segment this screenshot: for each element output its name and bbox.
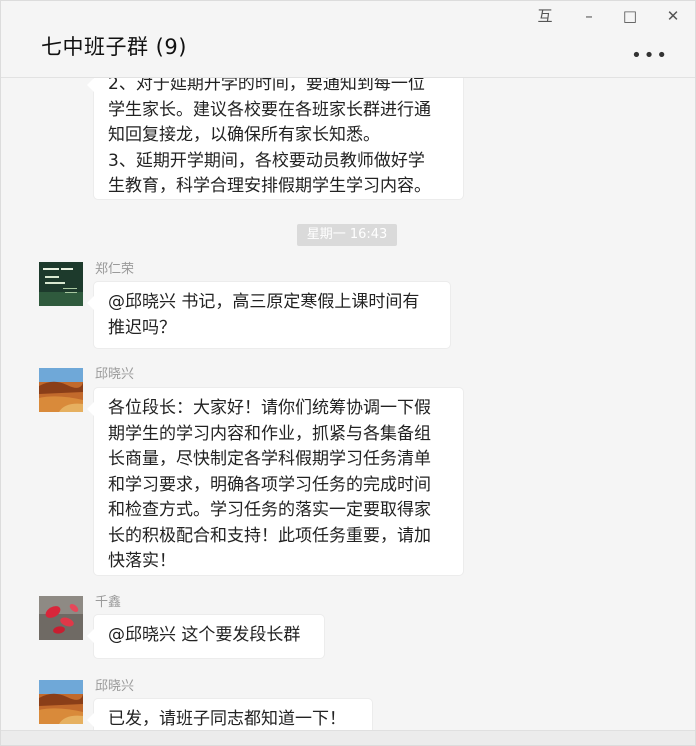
message-line: @邱晓兴 书记，高三原定寒假上课时间有	[108, 292, 420, 312]
message-line: 已发，请班子同志都知道一下！	[108, 709, 346, 729]
avatar[interactable]	[39, 680, 83, 724]
message-bubble[interactable]: @邱晓兴 这个要发段长群	[87, 615, 324, 658]
landscape-avatar-icon	[39, 680, 83, 724]
message-bubble[interactable]: 已发，请班子同志都知道一下！	[87, 699, 372, 730]
chat-window: 七中班子群 (9) 互 – □ ✕ ••• 2、对于延期开学的时间，要通知到每一…	[0, 0, 696, 746]
message-line: 知回复接龙，以确保所有家长知悉。	[108, 125, 380, 145]
message-line: 3、延期开学期间，各校要动员教师做好学	[108, 150, 425, 171]
message-line: 2、对于延期开学的时间，要通知到每一位	[108, 78, 425, 94]
input-area-edge[interactable]	[1, 730, 695, 745]
book-cover-avatar-icon	[39, 262, 83, 306]
message-line: 各位段长：大家好！请你们统筹协调一下假	[108, 398, 431, 418]
maximize-button[interactable]: □	[616, 5, 644, 27]
avatar[interactable]	[39, 262, 83, 306]
message-list[interactable]: 2、对于延期开学的时间，要通知到每一位 学生家长。建议各校要在各班家长群进行通 …	[1, 78, 695, 730]
message-line: 长的积极配合和支持！此项任务重要，请加	[108, 525, 431, 546]
message-line: 生教育，科学合理安排假期学生学习内容。	[108, 176, 431, 196]
message-bubble[interactable]: 各位段长：大家好！请你们统筹协调一下假 期学生的学习内容和作业，抓紧与各集备组 …	[87, 388, 463, 575]
landscape-avatar-icon	[39, 368, 83, 412]
minimize-button[interactable]: –	[575, 5, 603, 27]
pin-icon[interactable]: 互	[531, 5, 559, 27]
message-line: 和检查方式。学习任务的落实一定要取得家	[108, 500, 431, 520]
message-bubble[interactable]: @邱晓兴 书记，高三原定寒假上课时间有 推迟吗？	[87, 282, 450, 348]
avatar[interactable]	[39, 596, 83, 640]
message-bubble[interactable]: 2、对于延期开学的时间，要通知到每一位 学生家长。建议各校要在各班家长群进行通 …	[87, 78, 463, 199]
message-line: 推迟吗？	[108, 317, 176, 338]
avatar[interactable]	[39, 368, 83, 412]
message-line: @邱晓兴 这个要发段长群	[108, 625, 301, 645]
sender-name: 千鑫	[95, 595, 122, 610]
message-line: 和学习要求，明确各项学习任务的完成时间	[108, 474, 431, 495]
red-leaves-avatar-icon	[39, 596, 83, 640]
close-button[interactable]: ✕	[659, 5, 687, 27]
message-line: 期学生的学习内容和作业，抓紧与各集备组	[108, 423, 431, 444]
more-options-icon[interactable]: •••	[631, 45, 669, 66]
sender-name: 邱晓兴	[95, 679, 135, 694]
message-line: 长商量，尽快制定各学科假期学习任务清单	[108, 449, 431, 469]
message-line: 快落实！	[108, 551, 176, 571]
timestamp: 星期一 16:43	[297, 224, 397, 246]
sender-name: 郑仁荣	[95, 262, 135, 277]
sender-name: 邱晓兴	[95, 367, 135, 382]
message-line: 学生家长。建议各校要在各班家长群进行通	[108, 99, 431, 120]
chat-title: 七中班子群 (9)	[41, 35, 187, 59]
title-bar: 七中班子群 (9) 互 – □ ✕ •••	[1, 1, 695, 78]
